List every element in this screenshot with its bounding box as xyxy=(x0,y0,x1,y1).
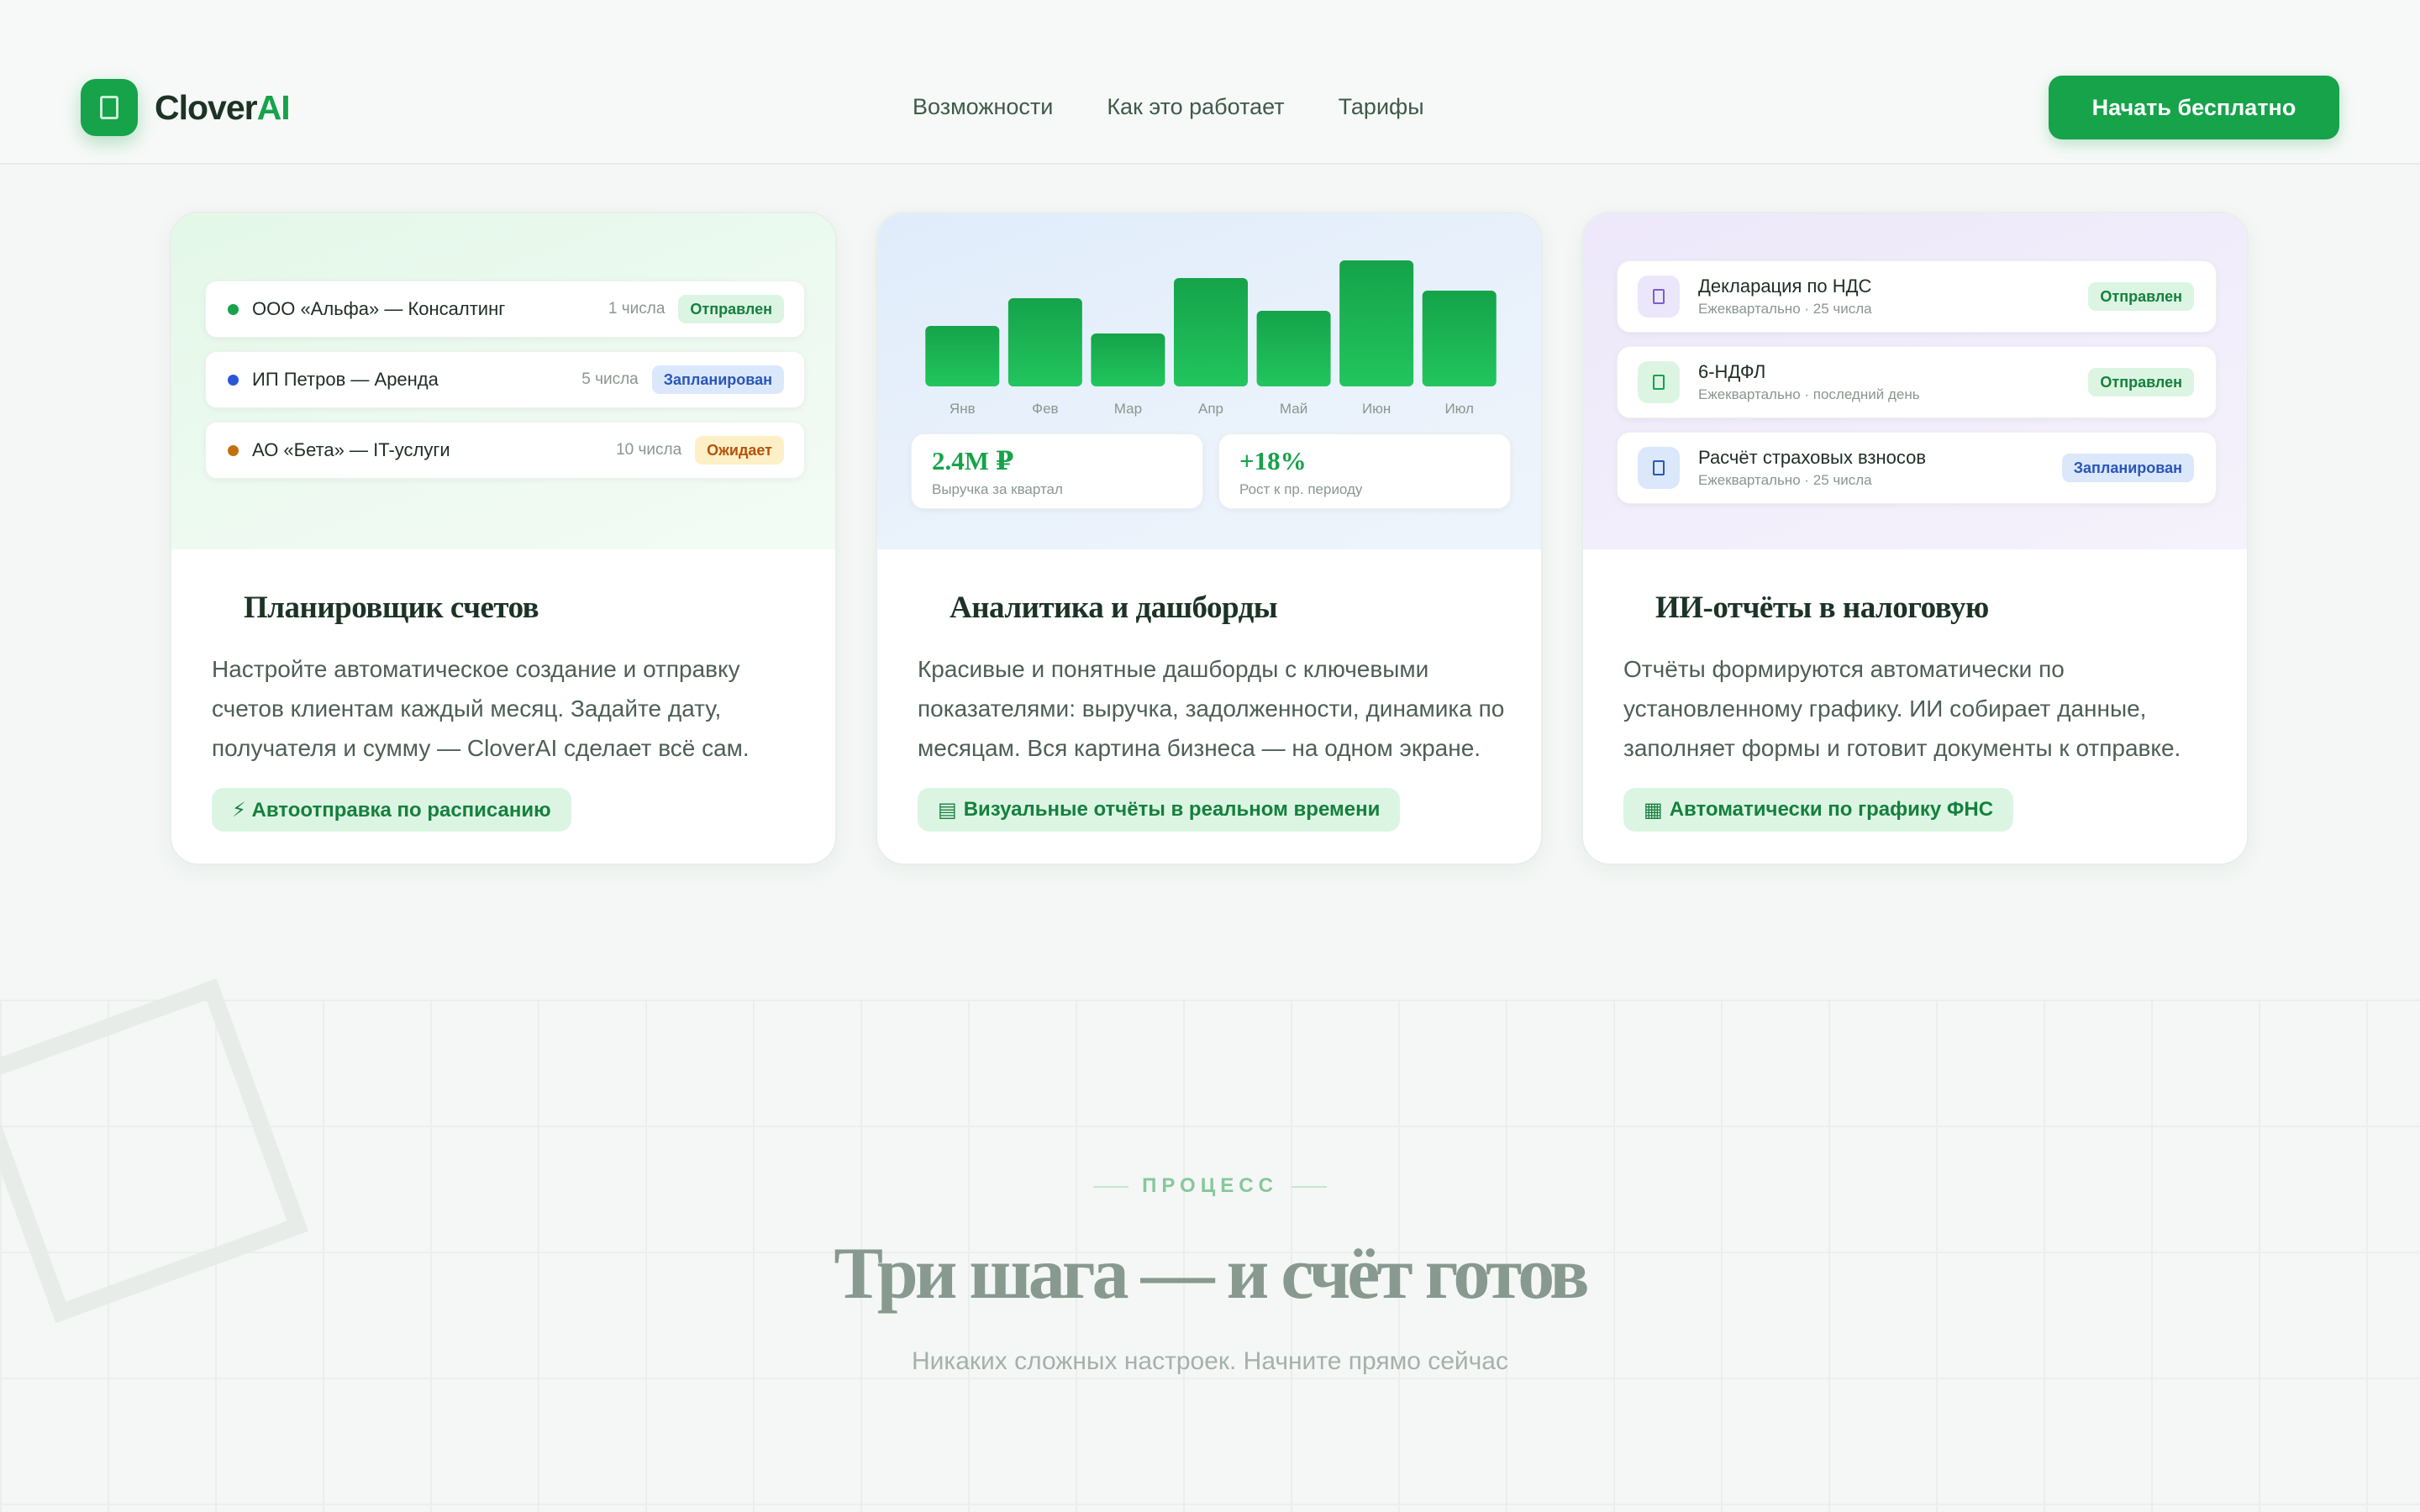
status-badge: Ожидает xyxy=(695,436,784,465)
bar-Янв xyxy=(925,326,1000,386)
card-description: Красивые и понятные дашборды с ключевыми… xyxy=(918,656,1505,761)
report-name: 6-НДФЛ xyxy=(1698,361,1766,382)
report-name: Расчёт страховых взносов xyxy=(1698,447,1927,468)
feature-chip: ⚡ Автоотправка по расписанию xyxy=(212,788,571,832)
stat-value: 2.4M ₽ xyxy=(932,446,1014,475)
clover-logo-icon xyxy=(81,79,138,136)
kpi-stats: 2.4M ₽ Выручка за квартал +18% Рост к пр… xyxy=(911,433,1511,509)
invoice-preview: ООО «Альфа» — Консалтинг 1 числа Отправл… xyxy=(171,213,835,549)
tick-label: Июн xyxy=(1362,401,1391,417)
feature-chip: ▦ Автоматически по графику ФНС xyxy=(1623,788,2014,832)
report-name: Декларация по НДС xyxy=(1698,276,1872,297)
feature-card-analytics: Янв Фев Мар Апр Май Июн Июл 2.4M ₽ Выручка за … xyxy=(876,212,1543,865)
bar-Фев xyxy=(1007,298,1082,386)
report-list: Декларация по НДС Ежеквартально · 25 чис… xyxy=(1617,260,2217,517)
nav-link-pricing[interactable]: Тарифы xyxy=(1339,94,1424,120)
invoice-name: ООО «Альфа» — Консалтинг xyxy=(252,298,506,319)
status-badge: Запланирован xyxy=(2061,454,2194,482)
feature-chip: ▤ Визуальные отчёты в реальном времени xyxy=(918,788,1401,832)
card-description: Настройте автоматическое создание и отпр… xyxy=(212,656,750,761)
status-badge: Отправлен xyxy=(678,295,784,323)
logo[interactable]: CloverAI xyxy=(81,79,291,136)
brand-name: CloverAI xyxy=(155,87,291,127)
report-schedule: Ежеквартально · 25 числа xyxy=(1698,472,1872,488)
analytics-preview: Янв Фев Мар Апр Май Июн Июл 2.4M ₽ Выручка за … xyxy=(877,213,1541,549)
tick-label: Май xyxy=(1280,401,1307,417)
stat-growth: +18% Рост к пр. периоду xyxy=(1218,433,1511,509)
invoice-row: ООО «Альфа» — Консалтинг 1 числа Отправл… xyxy=(205,281,805,338)
section-eyebrow: ПРОЦЕСС xyxy=(0,1174,2420,1198)
stat-value: +18% xyxy=(1239,446,1307,475)
feature-card-tax-reports: Декларация по НДС Ежеквартально · 25 чис… xyxy=(1581,212,2249,865)
main-nav: Возможности Как это работает Тарифы xyxy=(913,94,1424,120)
card-description: Отчёты формируются автоматически по уста… xyxy=(1623,656,2181,761)
stat-label: Выручка за квартал xyxy=(932,481,1063,497)
invoice-row: АО «Бета» — IT-услуги 10 числа Ожидает xyxy=(205,422,805,479)
bar-Май xyxy=(1256,311,1331,386)
card-title: Планировщик счетов xyxy=(244,591,539,625)
nav-link-features[interactable]: Возможности xyxy=(913,94,1053,120)
tick-label: Июл xyxy=(1444,401,1474,417)
stat-revenue: 2.4M ₽ Выручка за квартал xyxy=(911,433,1203,509)
document-icon xyxy=(1638,361,1680,403)
tick-label: Апр xyxy=(1198,401,1223,417)
status-dot-icon xyxy=(228,374,239,386)
tick-label: Мар xyxy=(1114,401,1142,417)
tax-reports-preview: Декларация по НДС Ежеквартально · 25 чис… xyxy=(1583,213,2247,549)
invoice-row: ИП Петров — Аренда 5 числа Запланирован xyxy=(205,351,805,408)
report-row: 6-НДФЛ Ежеквартально · последний день От… xyxy=(1617,346,2217,418)
bar-Июл xyxy=(1422,291,1497,386)
invoice-day: 5 числа xyxy=(581,370,639,388)
invoice-name: ИП Петров — Аренда xyxy=(252,369,439,390)
invoice-list: ООО «Альфа» — Консалтинг 1 числа Отправл… xyxy=(205,281,805,492)
report-schedule: Ежеквартально · 25 числа xyxy=(1698,301,1872,317)
document-icon xyxy=(1638,276,1680,318)
tick-label: Фев xyxy=(1032,401,1058,417)
status-dot-icon xyxy=(228,303,239,315)
section-subtitle: Никаких сложных настроек. Начните прямо … xyxy=(912,1347,1508,1375)
tick-label: Янв xyxy=(950,401,976,417)
section-title: Три шага — и счёт готов xyxy=(834,1233,1589,1315)
status-badge: Отправлен xyxy=(2088,282,2194,311)
report-row: Декларация по НДС Ежеквартально · 25 чис… xyxy=(1617,260,2217,333)
calendar-icon: ▦ xyxy=(1644,798,1663,822)
report-row: Расчёт страховых взносов Ежеквартально ·… xyxy=(1617,432,2217,504)
card-title: Аналитика и дашборды xyxy=(950,591,1278,625)
status-badge: Отправлен xyxy=(2088,368,2194,396)
stat-label: Рост к пр. периоду xyxy=(1239,481,1363,497)
invoice-day: 1 числа xyxy=(608,300,666,318)
features-section: ООО «Альфа» — Консалтинг 1 числа Отправл… xyxy=(170,212,2249,865)
start-free-button[interactable]: Начать бесплатно xyxy=(2049,76,2339,139)
feature-card-invoice-planner: ООО «Альфа» — Консалтинг 1 числа Отправл… xyxy=(170,212,837,865)
report-schedule: Ежеквартально · последний день xyxy=(1698,386,1920,402)
site-header: CloverAI Возможности Как это работает Та… xyxy=(0,0,2420,165)
document-icon xyxy=(1638,447,1680,489)
bar-Апр xyxy=(1174,278,1248,386)
bar-Мар xyxy=(1091,333,1165,386)
card-title: ИИ-отчёты в налоговую xyxy=(1655,591,1989,625)
status-badge: Запланирован xyxy=(651,365,784,394)
invoice-name: АО «Бета» — IT-услуги xyxy=(252,439,450,460)
revenue-bar-chart: Янв Фев Мар Апр Май Июн Июл xyxy=(925,260,1497,417)
nav-link-how-it-works[interactable]: Как это работает xyxy=(1107,94,1284,120)
bar-Июн xyxy=(1339,260,1414,386)
status-dot-icon xyxy=(228,444,239,456)
invoice-day: 10 числа xyxy=(616,441,682,459)
chart-icon: ▤ xyxy=(938,798,957,822)
